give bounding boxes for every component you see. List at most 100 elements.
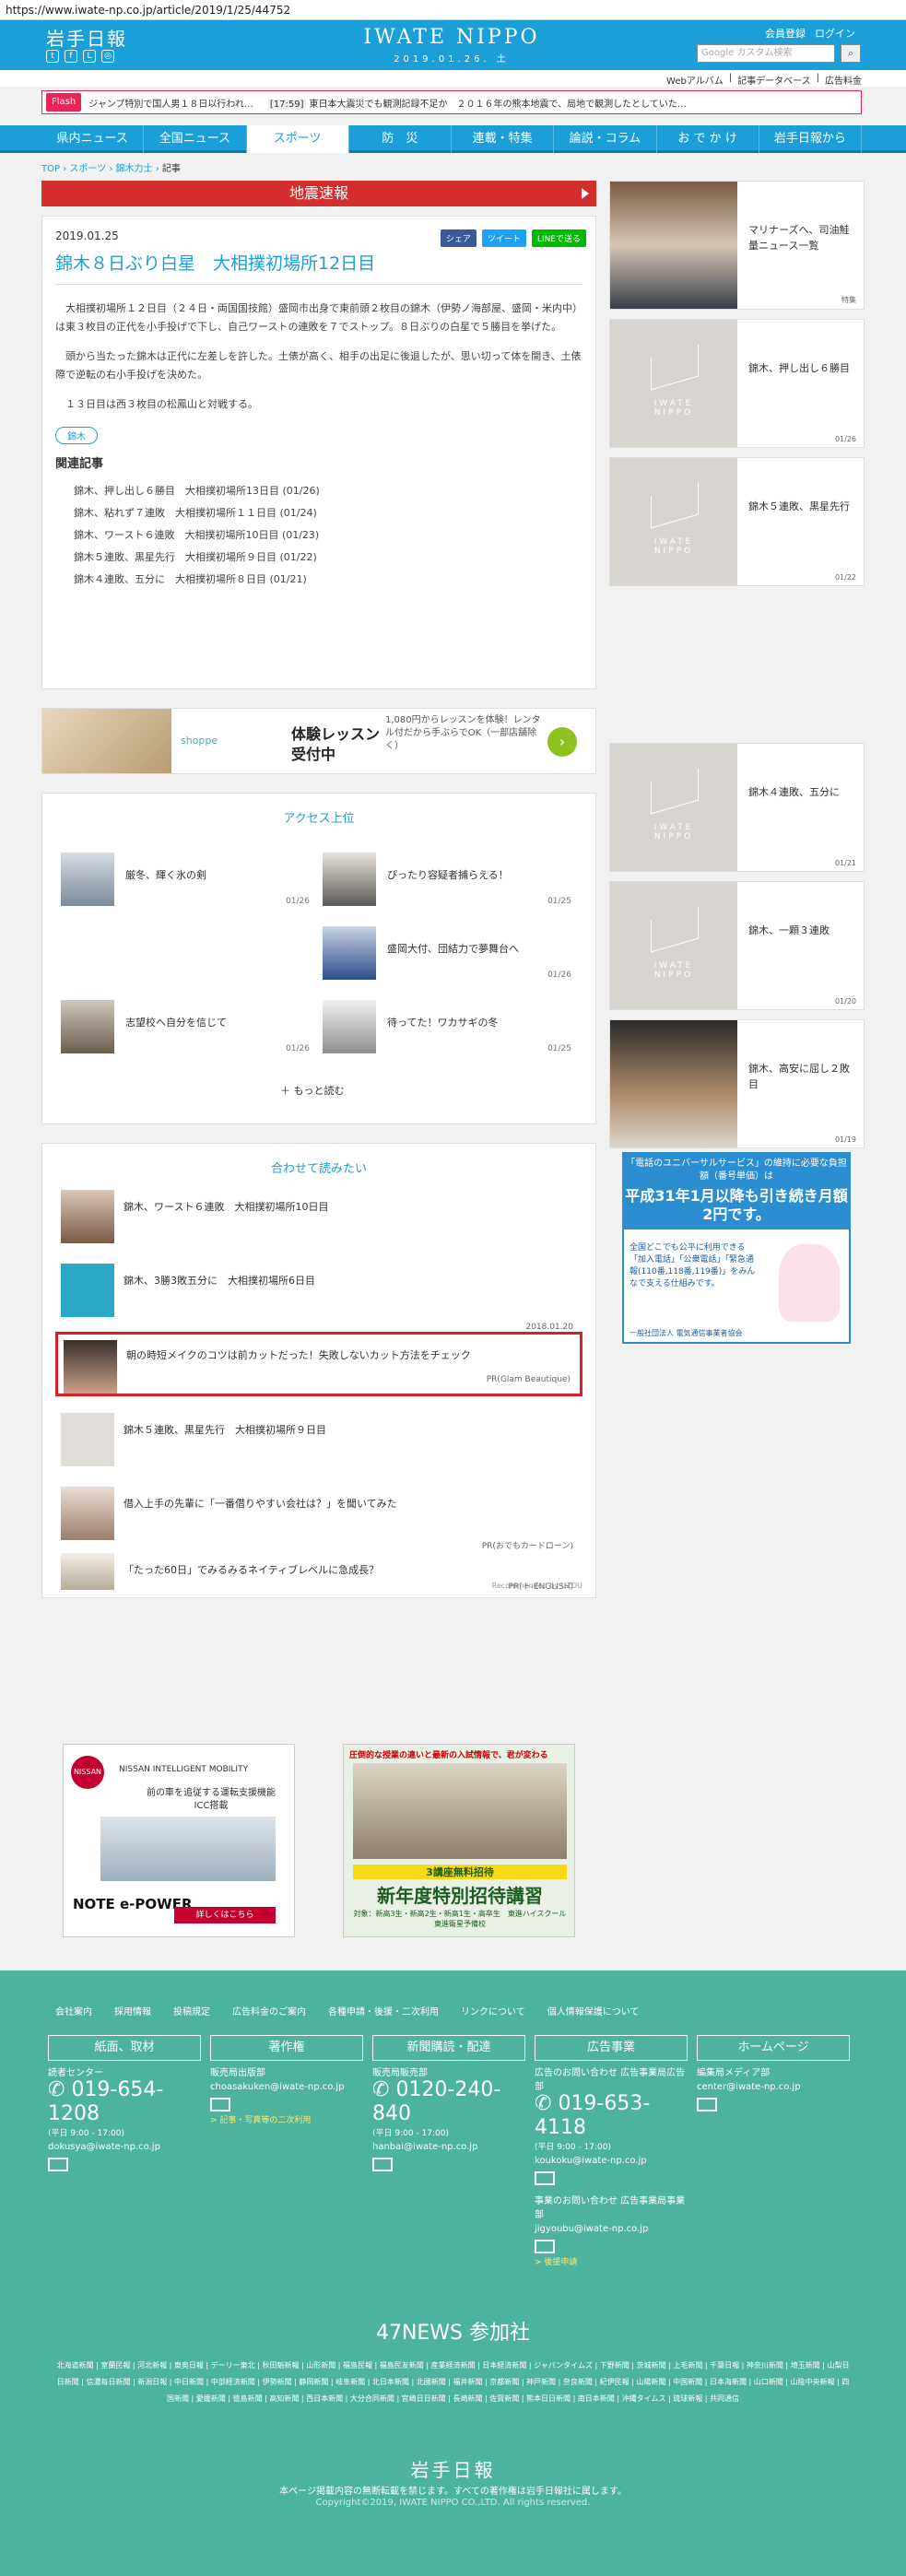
sidebar-card[interactable]: 錦木、押し出し６勝目 01/26 [609,319,865,448]
footer-logo[interactable]: 岩手日報 [0,2455,906,2482]
mail-icon[interactable] [697,2098,717,2111]
nav-series[interactable]: 連載・特集 [452,125,555,153]
list-item[interactable]: 錦木、ワースト６連敗 大相撲初場所10日目 [61,1190,577,1245]
footer-link[interactable]: 投稿規定 [173,2004,210,2017]
email-link[interactable]: dokusya@iwate-np.co.jp [48,2142,201,2152]
nav-from-nippo[interactable]: 岩手日報から [759,125,862,153]
mail-icon[interactable] [210,2098,230,2111]
email-link[interactable]: jigyoubu@iwate-np.co.jp [535,2224,688,2234]
phone-number[interactable]: ✆ 0120-240-840 [372,2078,525,2126]
item-date: 01/25 [547,1044,571,1053]
subnav-database[interactable]: 記事データベース [737,73,811,87]
footer-link[interactable]: 採用情報 [114,2004,151,2017]
line-icon[interactable]: L [83,50,96,63]
share-buttons: シェア ツイート LINEで送る [440,229,586,247]
subnav-album[interactable]: Webアルバム [666,73,724,87]
card-title: マリナーズへ、司油鮭量ニュース一覧 [748,224,850,252]
related-link[interactable]: 錦木、ワースト６連敗 大相撲初場所10日目 (01/23) [74,524,582,547]
nav-outing[interactable]: お で か け [657,125,759,153]
sponsored-item[interactable]: 借入上手の先輩に「一番借りやすい会社は？」を聞いてみた PR(おでもカードローン… [61,1487,577,1551]
nav-national[interactable]: 全国ニュース [144,125,247,153]
item-date: 01/26 [547,970,571,980]
ad-details-button[interactable]: 詳しくはこちら [174,1907,276,1923]
quake-alert-button[interactable]: 地震速報 [41,181,596,206]
sidebar-card[interactable]: マリナーズへ、司油鮭量ニュース一覧 特集 [609,181,865,310]
footer-link[interactable]: 広告料金のご案内 [232,2004,306,2017]
phone-number[interactable]: ✆ 019-653-4118 [535,2092,688,2140]
footer-link[interactable]: 各種申請・後援・二次利用 [328,2004,439,2017]
footer-link[interactable]: リンクについて [461,2004,525,2017]
site-logo[interactable]: 岩手日報 [46,24,127,51]
related-link[interactable]: 錦木、粘れず７連敗 大相撲初場所１１日目 (01/24) [74,502,582,524]
copyright-note: 本ページ掲載内容の無断転載を禁じます。すべての著作権は岩手日報社に属します。 [279,2487,627,2497]
nissan-ad[interactable]: NISSAN NISSAN INTELLIGENT MOBILITY 前の車を追… [63,1744,295,1937]
instagram-icon[interactable]: ◎ [101,50,114,63]
secondary-use-link[interactable]: > 記事・写真等の二次利用 [210,2113,363,2125]
chevron-right-icon[interactable]: › [547,727,577,757]
facebook-icon[interactable]: f [65,50,77,63]
nav-editorial[interactable]: 論説・コラム [554,125,657,153]
register-link[interactable]: 会員登録 [765,26,806,41]
ad-feature: 前の車を追従する運転支援機能 ICC搭載 [147,1788,276,1811]
email-link[interactable]: choasakuken@iwate-np.co.jp [210,2082,363,2092]
search-icon[interactable]: ⌕ [841,44,861,63]
mail-icon[interactable] [48,2158,68,2171]
sidebar-card[interactable]: 錦木、高安に屈し２敗目 01/19 [609,1019,865,1148]
email-link[interactable]: hanbai@iwate-np.co.jp [372,2142,525,2152]
ticker-item[interactable]: [17:59] 東日本大震災でも観測記録不足か ２０１６年の熊本地震で、局地で観測… [267,96,687,110]
related-link[interactable]: 錦木５連敗、黒星先行 大相撲初場所９日目 (01/22) [74,547,582,569]
sidebar-card[interactable]: 錦木４連敗、五分に 01/21 [609,743,865,872]
uzou-credit[interactable]: Recommended by UZOU [492,1582,582,1590]
sidebar-card[interactable]: 錦木５連敗、黒星先行 01/22 [609,457,865,586]
mail-icon[interactable] [535,2171,555,2185]
list-item[interactable]: 待ってた！ワカサギの冬 01/25 [323,1000,571,1055]
ticker-item[interactable]: ジャンプ特別で国人男１８日以行われ… [88,96,253,110]
list-item[interactable]: 錦木５連敗、黒星先行 大相撲初場所９日目 [61,1413,577,1468]
email-link[interactable]: koukoku@iwate-np.co.jp [535,2156,688,2166]
facebook-share-button[interactable]: シェア [440,229,477,247]
search-input[interactable]: Google カスタム検索 [697,44,835,63]
nav-prefecture[interactable]: 県内ニュース [41,125,145,153]
login-link[interactable]: ログイン [815,26,855,41]
sidebar-card[interactable]: 錦木、一顆３連敗 01/20 [609,881,865,1010]
list-item[interactable]: 盛岡大付、団結力で夢舞台へ 01/26 [323,926,571,982]
phone-text: 019-654-1208 [48,2078,164,2125]
item-title: 厳冬、輝く氷の剣 [125,869,206,881]
phone-number[interactable]: ✆ 019-654-1208 [48,2078,201,2126]
twitter-icon[interactable]: t [46,50,59,63]
ad-image [42,709,171,773]
related-link[interactable]: 錦木４連敗、五分に 大相撲初場所８日目 (01/21) [74,569,582,591]
universal-service-ad[interactable]: 「電話のユニバーサルサービス」の維持に必要な負担額（番号単価）は 平成31年1月… [622,1152,851,1344]
related-link[interactable]: 錦木、押し出し６勝目 大相撲初場所13日目 (01/26) [74,480,582,502]
brand-name: IWATE NIPPO [363,26,540,49]
footer-link[interactable]: 会社案内 [55,2004,92,2017]
crumb-nishikigi[interactable]: 錦木力士 [116,164,153,174]
list-item[interactable]: ぴったり容疑者捕らえる！ 01/25 [323,853,571,908]
news47-list[interactable]: 北海道新聞 | 室蘭民報 | 河北新報 | 東奥日報 | デーリー東北 | 秋田… [55,2358,851,2407]
thumbnail [610,744,737,871]
nav-sports[interactable]: スポーツ [246,125,349,153]
footer-link[interactable]: 個人情報保護について [547,2004,640,2017]
line-share-button[interactable]: LINEで送る [531,229,586,247]
twitter-share-button[interactable]: ツイート [481,229,526,247]
brand-block[interactable]: IWATE NIPPO 2019.01.26. 土 [359,26,544,65]
lesson-ad-banner[interactable]: shoppe 体験レッスン 受付中 1,080円からレッスンを体験！レンタル付だ… [41,708,596,774]
toshin-ad[interactable]: 圧倒的な授業の違いと最新の入試情報で、君が変わる 3講座無料招待 新年度特別招待… [343,1744,575,1937]
subnav-adrates[interactable]: 広告料金 [825,73,862,87]
sponsored-item[interactable]: 朝の時短メイクのコツは前カットだった！失敗しないカット方法をチェック PR(Gl… [55,1332,582,1396]
list-item[interactable]: 志望校へ自分を信じて 01/26 [61,1000,310,1055]
address-bar[interactable]: https://www.iwate-np.co.jp/article/2019/… [0,0,906,20]
crumb-top[interactable]: TOP [41,164,60,174]
mail-icon[interactable] [535,2240,555,2253]
article-tag[interactable]: 錦木 [55,427,98,444]
read-more-button[interactable]: ＋ もっと読む [280,1083,345,1098]
list-item[interactable]: 厳冬、輝く氷の剣 01/26 [61,853,310,908]
thumbnail [61,1190,114,1243]
column-label: 広告のお問い合わせ 広告事業局広告部 [535,2068,686,2092]
sponsorship-link[interactable]: > 後援申請 [535,2255,688,2267]
email-link[interactable]: center@iwate-np.co.jp [697,2082,850,2092]
nav-disaster[interactable]: 防 災 [349,125,452,153]
list-item[interactable]: 錦木、3勝3敗五分に 大相撲初場所6日目 2018.01.20 [61,1264,577,1332]
mail-icon[interactable] [372,2158,393,2171]
crumb-sports[interactable]: スポーツ [69,164,106,174]
